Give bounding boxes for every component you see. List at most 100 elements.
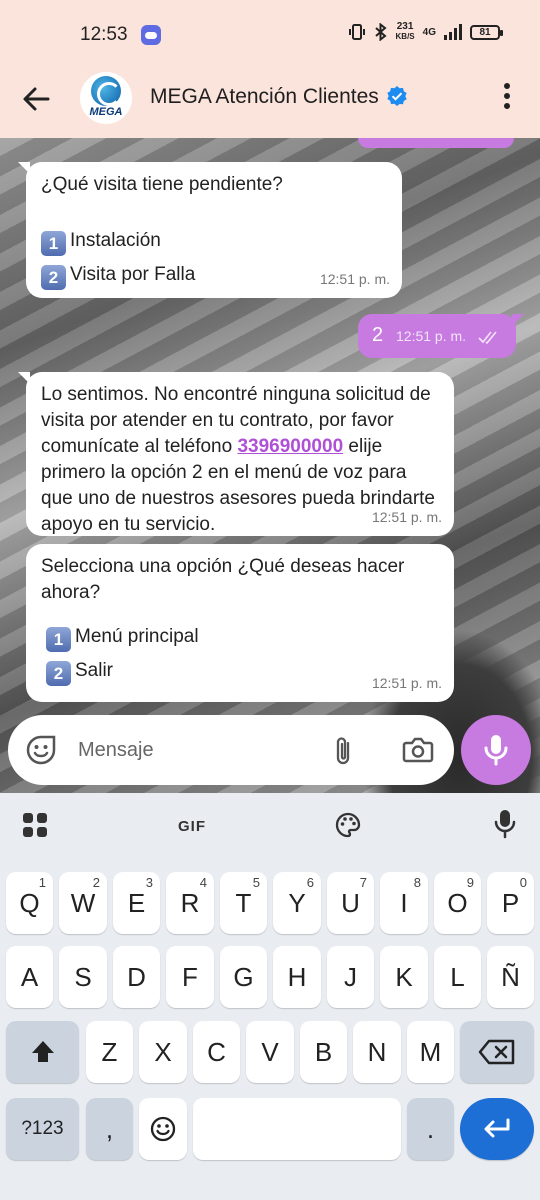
key-b[interactable]: B — [300, 1021, 347, 1083]
shift-key[interactable] — [6, 1021, 79, 1083]
key-label: O — [447, 888, 468, 918]
avatar-logo-text: MEGA — [89, 106, 123, 118]
option-label: Menú principal — [75, 626, 199, 647]
key-label: T — [235, 888, 252, 918]
app-notification-icon — [141, 25, 161, 45]
palette-icon[interactable] — [335, 812, 361, 838]
key-g[interactable]: G — [220, 946, 267, 1008]
battery-level: 81 — [479, 26, 491, 38]
message-text: Selecciona una opción ¿Qué deseas hacer … — [41, 556, 405, 603]
key-v[interactable]: V — [246, 1021, 294, 1083]
network-type: 4G — [422, 26, 436, 38]
key-hint: 9 — [466, 875, 474, 890]
key-hint: 0 — [519, 875, 527, 890]
incoming-message[interactable]: Lo sentimos. No encontré ninguna solicit… — [18, 372, 454, 536]
enter-arrow-icon — [484, 1118, 510, 1138]
enter-key[interactable] — [460, 1098, 534, 1160]
key-m[interactable]: M — [407, 1021, 454, 1083]
incoming-message[interactable]: ¿Qué visita tiene pendiente? 1 Instalació… — [18, 162, 402, 298]
message-text: 2 — [372, 324, 384, 346]
key-q[interactable]: Q1 — [6, 872, 53, 934]
message-time: 12:51 p. m. — [371, 509, 442, 525]
outgoing-message[interactable]: 2 12:51 p. m. — [358, 314, 524, 358]
period-key[interactable]: . — [407, 1098, 454, 1160]
status-icons: 231 KB/S 4G 81 — [348, 21, 503, 42]
key-hint: 2 — [92, 875, 100, 890]
verified-badge-icon — [387, 86, 407, 106]
key-w[interactable]: W2 — [59, 872, 107, 934]
key-label: Y — [288, 888, 306, 918]
space-key[interactable] — [193, 1098, 401, 1160]
key-y[interactable]: Y6 — [273, 872, 321, 934]
attach-clip-icon[interactable] — [332, 735, 356, 767]
speed-unit: KB/S — [395, 32, 415, 41]
chat-header: MEGA MEGA Atención Clientes — [0, 68, 540, 138]
key-o[interactable]: O9 — [434, 872, 481, 934]
emoji-key[interactable] — [139, 1098, 187, 1160]
keyboard-toolbar: GIF — [0, 793, 540, 858]
option-label: Visita por Falla — [70, 264, 196, 285]
key-label: U — [341, 888, 360, 918]
key-d[interactable]: D — [113, 946, 160, 1008]
key-j[interactable]: J — [327, 946, 374, 1008]
backspace-icon — [478, 1039, 515, 1065]
key-x[interactable]: X — [139, 1021, 187, 1083]
status-bar: 12:53 231 KB/S 4G 81 — [0, 0, 540, 68]
comma-key[interactable]: , — [86, 1098, 133, 1160]
key-u[interactable]: U7 — [327, 872, 374, 934]
key-label: R — [180, 888, 200, 918]
message-time: 12:51 p. m. — [371, 675, 442, 691]
keycap-number-icon: 1 — [46, 627, 71, 652]
symbols-key[interactable]: ?123 — [6, 1098, 79, 1160]
signal-icon — [444, 24, 462, 40]
back-arrow-icon[interactable] — [20, 83, 52, 115]
key-label: Q — [19, 888, 40, 918]
key-c[interactable]: C — [193, 1021, 240, 1083]
key-a[interactable]: A — [6, 946, 53, 1008]
avatar[interactable]: MEGA — [80, 72, 132, 124]
message-time: 12:51 p. m. — [396, 328, 467, 344]
key-e[interactable]: E3 — [113, 872, 160, 934]
key-t[interactable]: T5 — [220, 872, 267, 934]
keyboard-mic-icon[interactable] — [493, 809, 517, 839]
key-r[interactable]: R4 — [166, 872, 214, 934]
phone-link[interactable]: 3396900000 — [237, 436, 343, 457]
keycap-number-icon: 1 — [41, 231, 66, 256]
bluetooth-icon — [374, 23, 387, 41]
key-n[interactable]: N — [353, 1021, 401, 1083]
key-s[interactable]: S — [59, 946, 107, 1008]
key-label: I — [400, 888, 408, 918]
message-text: ¿Qué visita tiene pendiente? — [41, 174, 283, 195]
key-i[interactable]: I8 — [380, 872, 428, 934]
key-z[interactable]: Z — [86, 1021, 133, 1083]
key-p[interactable]: P0 — [487, 872, 534, 934]
option-item: 1 Menú principal — [41, 620, 440, 654]
sticker-emoji-icon[interactable] — [26, 735, 56, 765]
mega-logo-icon — [91, 76, 121, 106]
contact-name[interactable]: MEGA Atención Clientes — [150, 85, 379, 109]
option-item: 1 Instalación — [41, 224, 388, 258]
gif-button[interactable]: GIF — [176, 816, 208, 837]
chat-area[interactable]: ¿Qué visita tiene pendiente? 1 Instalació… — [0, 138, 540, 793]
previous-outgoing-bubble — [358, 138, 514, 148]
overflow-menu-icon[interactable] — [500, 83, 514, 113]
key-label: W — [70, 888, 96, 918]
incoming-message[interactable]: Selecciona una opción ¿Qué deseas hacer … — [26, 544, 454, 702]
key-f[interactable]: F — [166, 946, 214, 1008]
apps-grid-icon[interactable] — [22, 812, 48, 838]
key-hint: 3 — [145, 875, 153, 890]
backspace-key[interactable] — [460, 1021, 534, 1083]
message-input[interactable] — [78, 736, 318, 764]
speed-value: 231 — [396, 21, 414, 32]
message-time: 12:51 p. m. — [319, 271, 390, 287]
key-h[interactable]: H — [273, 946, 321, 1008]
key-l[interactable]: L — [434, 946, 481, 1008]
key-k[interactable]: K — [380, 946, 428, 1008]
key-hint: 5 — [252, 875, 260, 890]
key-enye[interactable]: Ñ — [487, 946, 534, 1008]
read-receipt-icon — [478, 331, 497, 344]
camera-icon[interactable] — [402, 736, 434, 764]
option-label: Salir — [75, 660, 114, 681]
voice-message-button[interactable] — [461, 715, 531, 785]
key-hint: 6 — [306, 875, 314, 890]
